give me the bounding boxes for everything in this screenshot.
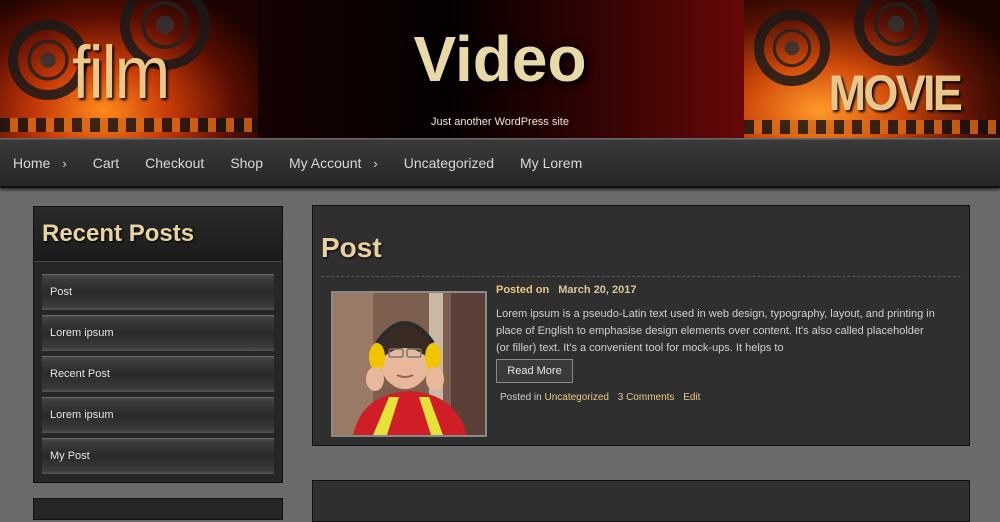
list-item[interactable]: Post bbox=[42, 274, 274, 310]
post-article: Post Posted on March 20, 2017 Lorem ipsu… bbox=[312, 205, 970, 446]
list-item[interactable]: My Post bbox=[42, 438, 274, 474]
worker-with-earmuffs-image bbox=[333, 293, 485, 435]
nav-item-label: My Account bbox=[289, 155, 362, 171]
post-date[interactable]: March 20, 2017 bbox=[558, 284, 636, 296]
post-footer-meta: Posted in Uncategorized 3 Comments Edit bbox=[500, 392, 700, 403]
main-navigation: Home › Cart Checkout Shop My Account › U… bbox=[0, 139, 1000, 188]
post-meta-date: Posted on March 20, 2017 bbox=[496, 284, 637, 296]
posted-in-label: Posted in bbox=[500, 392, 542, 403]
chevron-right-icon: › bbox=[373, 155, 378, 171]
chevron-right-icon: › bbox=[62, 155, 67, 171]
site-title[interactable]: Video bbox=[0, 22, 1000, 96]
nav-item-my-account[interactable]: My Account › bbox=[276, 155, 391, 171]
list-item[interactable]: Recent Post bbox=[42, 356, 274, 392]
nav-item-label: Home bbox=[13, 155, 51, 171]
post-divider bbox=[321, 276, 961, 277]
post-thumbnail[interactable] bbox=[331, 291, 487, 437]
next-post-article bbox=[312, 480, 970, 522]
nav-menu: Home › Cart Checkout Shop My Account › U… bbox=[0, 140, 1000, 186]
secondary-widget bbox=[33, 498, 283, 520]
post-title[interactable]: Post bbox=[321, 232, 382, 264]
nav-item-uncategorized[interactable]: Uncategorized bbox=[391, 155, 507, 171]
site-description: Just another WordPress site bbox=[431, 116, 569, 128]
recent-posts-widget: Recent Posts Post Lorem ipsum Recent Pos… bbox=[33, 206, 283, 483]
nav-item-checkout[interactable]: Checkout bbox=[132, 155, 217, 171]
nav-item-label: Uncategorized bbox=[403, 155, 495, 171]
nav-item-home[interactable]: Home › bbox=[0, 155, 80, 171]
edit-link[interactable]: Edit bbox=[683, 392, 700, 403]
nav-item-label: Checkout bbox=[145, 155, 205, 171]
nav-item-label: My Lorem bbox=[520, 155, 583, 171]
site-header: film MOVIE Video Just another WordPress … bbox=[0, 0, 1000, 138]
read-more-button[interactable]: Read More bbox=[496, 359, 573, 383]
nav-item-cart[interactable]: Cart bbox=[80, 155, 132, 171]
nav-item-label: Cart bbox=[92, 155, 120, 171]
widget-title: Recent Posts bbox=[34, 207, 282, 262]
nav-item-shop[interactable]: Shop bbox=[217, 155, 276, 171]
list-item[interactable]: Lorem ipsum bbox=[42, 315, 274, 351]
recent-posts-list: Post Lorem ipsum Recent Post Lorem ipsum… bbox=[34, 262, 282, 474]
nav-item-my-lorem[interactable]: My Lorem bbox=[507, 155, 595, 171]
post-excerpt: Lorem ipsum is a pseudo-Latin text used … bbox=[496, 308, 935, 354]
category-link[interactable]: Uncategorized bbox=[544, 392, 608, 403]
comments-link[interactable]: 3 Comments bbox=[618, 392, 675, 403]
list-item[interactable]: Lorem ipsum bbox=[42, 397, 274, 433]
nav-item-label: Shop bbox=[230, 155, 264, 171]
posted-on-label: Posted on bbox=[496, 284, 550, 296]
